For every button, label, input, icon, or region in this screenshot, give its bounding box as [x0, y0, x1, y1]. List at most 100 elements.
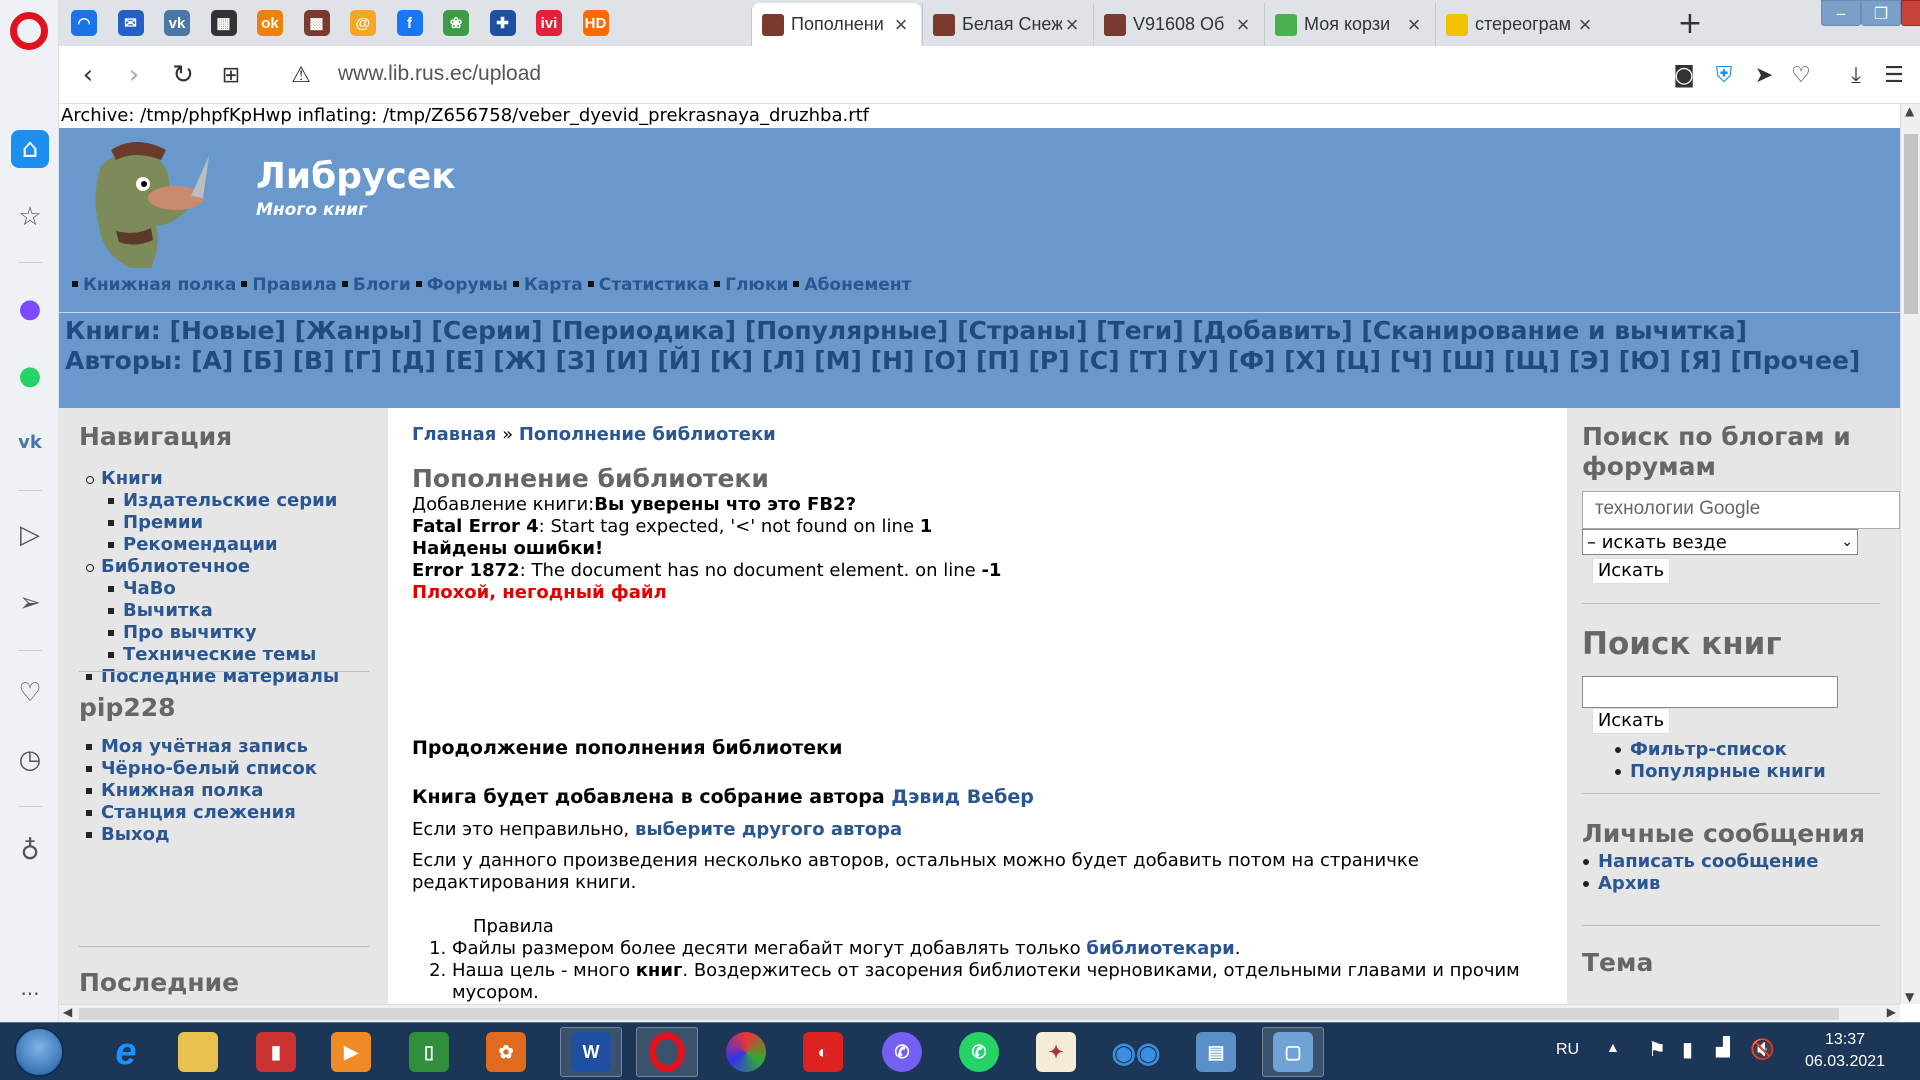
bulb-icon[interactable]: ♁	[11, 832, 49, 870]
signal-icon[interactable]: ▟	[1716, 1037, 1730, 1058]
catalog-link[interactable]: [Ю]	[1619, 346, 1671, 375]
tabs-grid-icon[interactable]: ⊞	[216, 60, 246, 90]
vpn-shield-icon[interactable]: ⛨	[1709, 60, 1739, 90]
history-icon[interactable]: ◷	[11, 741, 49, 779]
catalog-link[interactable]: [Популярные]	[745, 316, 949, 345]
reload-icon[interactable]: ↻	[168, 60, 198, 90]
vertical-scrollbar[interactable]: ▲ ▼	[1900, 104, 1920, 1004]
catalog-link[interactable]: [Прочее]	[1730, 346, 1860, 375]
tray-expand-icon[interactable]: ▲	[1606, 1039, 1620, 1055]
vk-icon[interactable]: vk	[11, 423, 49, 461]
pinned-tab-hd[interactable]: HD	[571, 3, 621, 43]
maximize-button[interactable]: ❐	[1861, 0, 1901, 26]
vertical-scroll-thumb[interactable]	[1904, 134, 1918, 314]
breadcrumb-current[interactable]: Пополнение библиотеки	[519, 424, 776, 445]
catalog-link[interactable]: [З]	[555, 346, 596, 375]
catalog-link[interactable]: [К]	[710, 346, 753, 375]
clock[interactable]: 13:37 06.03.2021	[1790, 1029, 1900, 1073]
catalog-link[interactable]: [Э]	[1569, 346, 1610, 375]
pinned-tab-4[interactable]: ▦	[199, 3, 249, 43]
url-field[interactable]: www.lib.rus.ec/upload	[338, 62, 541, 86]
pinned-tab-ok[interactable]: ok	[245, 3, 295, 43]
nav-books-sub-link[interactable]: Премии	[123, 512, 203, 533]
catalog-link[interactable]: [Н]	[871, 346, 915, 375]
taskbar-ie[interactable]: e	[95, 1027, 157, 1077]
insecure-warning-icon[interactable]: ⚠	[286, 60, 316, 90]
browser-tab[interactable]: Белая Снеж ×	[922, 3, 1092, 46]
catalog-link[interactable]: [О]	[923, 346, 967, 375]
pm-link[interactable]: Написать сообщение	[1598, 851, 1819, 872]
taskbar-control-panel[interactable]: ▤	[1185, 1027, 1247, 1077]
taskbar-reader[interactable]: ▮	[245, 1027, 307, 1077]
primary-link[interactable]: Статистика	[599, 275, 709, 295]
choose-author-link[interactable]: выберите другого автора	[635, 819, 902, 840]
catalog-link[interactable]: [Р]	[1028, 346, 1069, 375]
pinned-tab-facebook[interactable]: f	[385, 3, 435, 43]
minimize-button[interactable]: ‒	[1821, 0, 1861, 26]
catalog-link[interactable]: [У]	[1177, 346, 1219, 375]
taskbar-app-red[interactable]: ◐	[792, 1027, 854, 1077]
catalog-link[interactable]: [Б]	[242, 346, 284, 375]
blog-search-button[interactable]: Искать	[1592, 558, 1670, 584]
user-menu-link[interactable]: Станция слежения	[101, 802, 296, 823]
pinned-tab-ivi[interactable]: ivi	[524, 3, 574, 43]
scroll-left-icon[interactable]: ◀	[63, 1005, 72, 1019]
catalog-link[interactable]: [Ж]	[493, 346, 546, 375]
catalog-link[interactable]: [Ч]	[1390, 346, 1433, 375]
catalog-link[interactable]: [Добавить]	[1192, 316, 1352, 345]
catalog-link[interactable]: [Теги]	[1096, 316, 1183, 345]
back-icon[interactable]: ‹	[73, 60, 103, 90]
goblin-logo-icon[interactable]	[81, 136, 211, 276]
librarians-link[interactable]: библиотекари	[1086, 938, 1234, 959]
catalog-link[interactable]: [Ш]	[1442, 346, 1496, 375]
scroll-up-icon[interactable]: ▲	[1905, 104, 1914, 118]
taskbar-window[interactable]: ▢	[1262, 1027, 1324, 1077]
taskbar-player[interactable]: ▶	[320, 1027, 382, 1077]
nav-library[interactable]: Библиотечное	[101, 556, 250, 577]
tab-close-icon[interactable]: ×	[891, 12, 911, 38]
taskbar-app-green[interactable]: ▯	[398, 1027, 460, 1077]
nav-library-sub-link[interactable]: Про вычитку	[123, 622, 257, 643]
nav-library-sub-link[interactable]: ЧаВо	[123, 578, 176, 599]
pm-link[interactable]: Архив	[1598, 873, 1660, 894]
new-tab-button[interactable]: +	[1673, 6, 1707, 41]
catalog-link[interactable]: [Л]	[762, 346, 806, 375]
catalog-link[interactable]: [Жанры]	[295, 316, 423, 345]
catalog-link[interactable]: [Серии]	[431, 316, 542, 345]
catalog-link[interactable]: [Страны]	[957, 316, 1087, 345]
tab-close-icon[interactable]: ×	[1062, 12, 1082, 38]
primary-link[interactable]: Карта	[524, 275, 583, 295]
taskbar-whatsapp[interactable]: ✆	[948, 1027, 1010, 1077]
nav-books-sub-link[interactable]: Рекомендации	[123, 534, 278, 555]
star-icon[interactable]: ☆	[11, 198, 49, 236]
taskbar-app-orange[interactable]: ✿	[475, 1027, 537, 1077]
horizontal-scroll-thumb[interactable]	[79, 1008, 1839, 1020]
taskbar-viber[interactable]: ✆	[871, 1027, 933, 1077]
catalog-link[interactable]: [Периодика]	[551, 316, 736, 345]
pinned-tab-1[interactable]: ◠	[59, 3, 109, 43]
blog-search-input[interactable]: технологии Google	[1582, 491, 1900, 529]
user-menu-link[interactable]: Моя учётная запись	[101, 736, 308, 757]
catalog-link[interactable]: [Е]	[445, 346, 485, 375]
book-search-input[interactable]	[1582, 676, 1838, 708]
browser-tab[interactable]: Пополнени ×	[751, 3, 921, 46]
tab-close-icon[interactable]: ×	[1233, 12, 1253, 38]
heart-icon[interactable]: ♡	[1786, 60, 1816, 90]
catalog-link[interactable]: [П]	[976, 346, 1020, 375]
flag-icon[interactable]: ⚑	[1648, 1037, 1666, 1062]
nav-books[interactable]: Книги	[101, 468, 163, 489]
start-button[interactable]	[14, 1027, 64, 1077]
pinned-tab-6[interactable]: ▩	[292, 3, 342, 43]
catalog-link[interactable]: [С]	[1078, 346, 1119, 375]
user-menu-link[interactable]: Выход	[101, 824, 170, 845]
catalog-link[interactable]: [Й]	[657, 346, 701, 375]
book-search-link[interactable]: Популярные книги	[1630, 761, 1826, 782]
heart-icon[interactable]: ♡	[11, 674, 49, 712]
catalog-link[interactable]: [Я]	[1680, 346, 1722, 375]
catalog-link[interactable]: [Д]	[391, 346, 436, 375]
catalog-link[interactable]: [В]	[293, 346, 335, 375]
catalog-link[interactable]: [И]	[605, 346, 649, 375]
close-window-button[interactable]: ✕	[1901, 0, 1920, 26]
battery-icon[interactable]: ▮	[1682, 1037, 1693, 1062]
taskbar-eyes[interactable]: ◉◉	[1105, 1027, 1167, 1077]
